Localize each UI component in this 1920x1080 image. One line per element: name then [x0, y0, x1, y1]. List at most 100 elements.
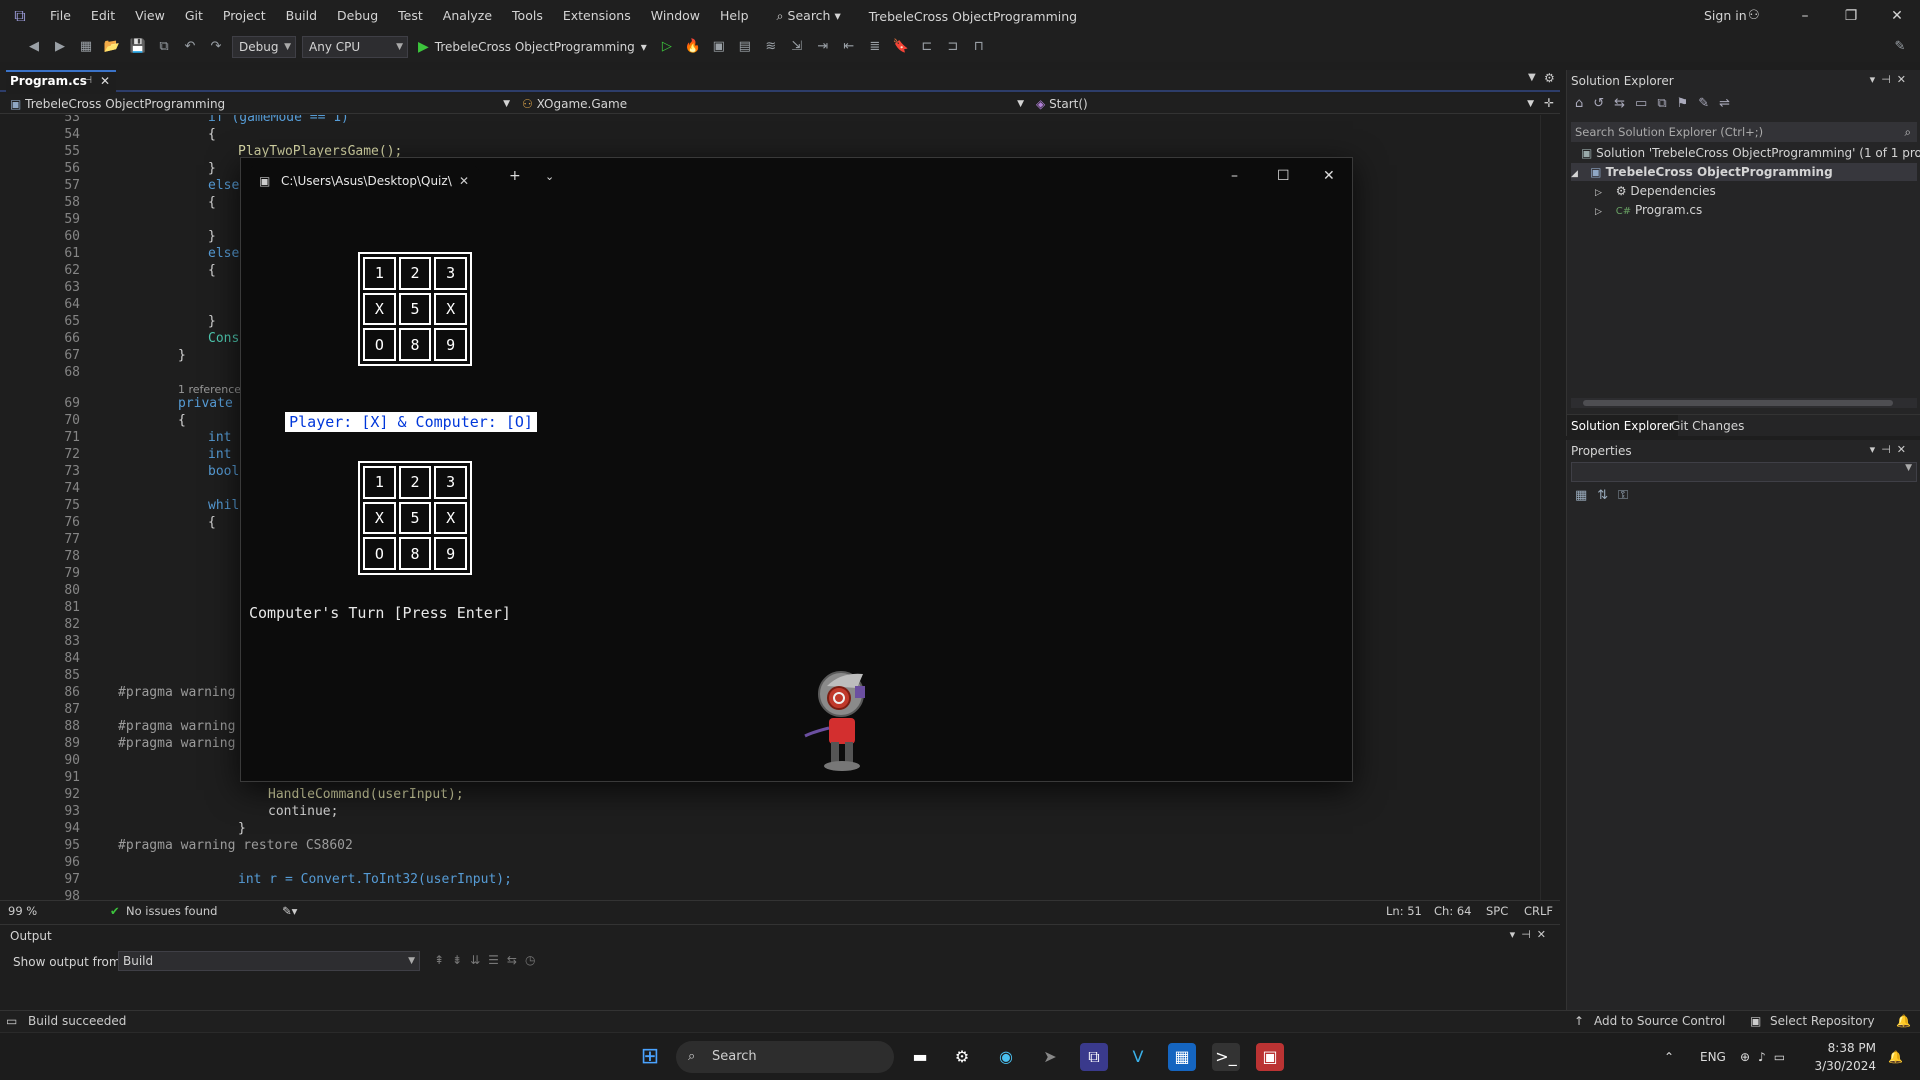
output-toolbar-icons[interactable]: ⇞⇟⇊☰⇆◷ [434, 953, 543, 967]
tree-solution[interactable]: ▣ Solution 'TrebeleCross ObjectProgrammi… [1581, 144, 1920, 162]
tree-program-cs[interactable]: ▷ C# Program.cs [1595, 201, 1702, 219]
telegram-icon[interactable]: ➤ [1036, 1043, 1064, 1071]
whitespace-indicator[interactable]: SPC [1486, 901, 1508, 921]
start-without-debugging-icon[interactable]: ▷ [657, 37, 677, 57]
layout-icon[interactable]: ▤ [735, 37, 755, 57]
search-menu[interactable]: ⌕ Search ▾ [767, 0, 851, 32]
hot-reload-icon[interactable]: 🔥 [683, 37, 703, 57]
tree-dependencies[interactable]: ▷ ⚙ Dependencies [1595, 182, 1716, 200]
file-explorer-icon[interactable]: ▬ [906, 1043, 934, 1071]
maximize-icon[interactable]: ☐ [1277, 168, 1290, 184]
menu-analyze[interactable]: Analyze [433, 0, 502, 32]
redo-icon[interactable]: ↷ [206, 37, 226, 57]
next-bookmark-icon[interactable]: ⊐ [943, 37, 963, 57]
tree-project[interactable]: ◢ ▣ TrebeleCross ObjectProgramming [1571, 163, 1917, 181]
split-icon[interactable]: ✛ [1544, 96, 1554, 110]
terminal-icon[interactable]: >_ [1212, 1043, 1240, 1071]
column-indicator[interactable]: Ch: 64 [1434, 901, 1471, 921]
open-folder-icon[interactable]: 📂 [102, 37, 122, 57]
brush-icon[interactable]: ✎▾ [282, 901, 297, 921]
select-repository-button[interactable]: Select Repository [1770, 1014, 1875, 1028]
tab-git-changes[interactable]: Git Changes [1667, 415, 1748, 437]
platform-select[interactable]: Any CPU ▼ [302, 36, 408, 58]
menu-tools[interactable]: Tools [502, 0, 553, 32]
project-dropdown[interactable]: ▣ TrebeleCross ObjectProgramming ▼ [10, 94, 514, 114]
menu-git[interactable]: Git [175, 0, 213, 32]
prev-bookmark-icon[interactable]: ⊏ [917, 37, 937, 57]
indent-icon[interactable]: ⇥ [813, 37, 833, 57]
notification-bell-icon[interactable]: 🔔 [1888, 1033, 1903, 1080]
console-app-icon[interactable]: ▣ [1256, 1043, 1284, 1071]
tab-program-cs[interactable]: Program.cs ⊣ ✕ [6, 70, 116, 92]
add-to-source-control-button[interactable]: Add to Source Control [1594, 1014, 1725, 1028]
format-icon[interactable]: ≋ [761, 37, 781, 57]
menu-debug[interactable]: Debug [327, 0, 388, 32]
tab-overflow-icon[interactable]: ▼ [1528, 72, 1536, 83]
issues-status[interactable]: No issues found [126, 901, 217, 921]
horizontal-scrollbar[interactable] [1571, 398, 1917, 408]
start-icon[interactable]: ⊞ [636, 1043, 664, 1071]
menu-view[interactable]: View [125, 0, 175, 32]
solution-search-input[interactable]: Search Solution Explorer (Ctrl+;) ⌕ [1571, 122, 1917, 142]
output-source-select[interactable]: Build ▼ [118, 951, 420, 971]
class-dropdown[interactable]: ⚇ XOgame.Game ▼ [522, 94, 1028, 114]
sign-in-link[interactable]: Sign in [1704, 0, 1747, 32]
close-icon[interactable]: ✕ [1323, 168, 1335, 184]
line-ending-indicator[interactable]: CRLF [1524, 901, 1553, 921]
pin-icon[interactable]: ⊣ [83, 75, 92, 86]
minimize-icon[interactable]: – [1231, 168, 1238, 184]
menu-project[interactable]: Project [213, 0, 276, 32]
language-indicator[interactable]: ENG [1700, 1033, 1726, 1080]
editor-scrollbar[interactable] [1540, 115, 1548, 900]
console-window[interactable]: ▣ C:\Users\Asus\Desktop\Quiz\ ✕ + ⌄ – ☐ … [240, 157, 1353, 782]
new-project-icon[interactable]: ▦ [76, 37, 96, 57]
start-debugging-button[interactable]: ▶ TrebeleCross ObjectProgramming ▾ [414, 39, 651, 55]
line-indicator[interactable]: Ln: 51 [1386, 901, 1422, 921]
settings-app-icon[interactable]: ⚙ [948, 1043, 976, 1071]
step-icon[interactable]: ⇲ [787, 37, 807, 57]
account-icon[interactable]: ⚇ [1748, 0, 1760, 32]
menu-edit[interactable]: Edit [81, 0, 125, 32]
menu-extensions[interactable]: Extensions [553, 0, 641, 32]
bookmark-icon[interactable]: 🔖 [891, 37, 911, 57]
browser-icon[interactable]: ◉ [992, 1043, 1020, 1071]
taskbar-search[interactable]: ⌕ Search [676, 1041, 894, 1073]
vivaldi-icon[interactable]: V [1124, 1043, 1152, 1071]
clear-bookmarks-icon[interactable]: ⊓ [969, 37, 989, 57]
menu-test[interactable]: Test [388, 0, 433, 32]
visual-studio-icon[interactable]: ⧉ [1080, 1043, 1108, 1071]
tab-solution-explorer[interactable]: Solution Explorer [1567, 415, 1678, 437]
minimize-icon[interactable]: – [1782, 0, 1828, 32]
menu-file[interactable]: File [40, 0, 81, 32]
close-icon[interactable]: ✕ [1874, 0, 1920, 32]
clock-date[interactable]: 3/30/2024 [1810, 1059, 1876, 1073]
properties-toolbar-icons[interactable]: ▦⇅⚿ [1575, 488, 1638, 503]
save-all-icon[interactable]: ⧉ [154, 37, 174, 57]
back-icon[interactable]: ◀ [24, 37, 44, 57]
notifications-icon[interactable]: 🔔 [1896, 1014, 1911, 1028]
properties-object-select[interactable]: ▼ [1571, 462, 1917, 482]
comment-icon[interactable]: ≣ [865, 37, 885, 57]
config-select[interactable]: Debug ▼ [232, 36, 296, 58]
close-tab-icon[interactable]: ✕ [100, 74, 110, 88]
browser-link-icon[interactable]: ▣ [709, 37, 729, 57]
menu-help[interactable]: Help [710, 0, 759, 32]
menu-window[interactable]: Window [641, 0, 710, 32]
close-tab-icon[interactable]: ✕ [459, 166, 469, 196]
forward-icon[interactable]: ▶ [50, 37, 70, 57]
scrollbar-thumb[interactable] [1583, 400, 1893, 406]
restore-icon[interactable]: ❐ [1828, 0, 1874, 32]
menu-build[interactable]: Build [276, 0, 327, 32]
save-icon[interactable]: 💾 [128, 37, 148, 57]
new-tab-icon[interactable]: + [509, 168, 521, 184]
tray-overflow-icon[interactable]: ⌃ [1664, 1033, 1674, 1080]
console-tab[interactable]: ▣ C:\Users\Asus\Desktop\Quiz\ ✕ [249, 166, 479, 196]
panel-controls[interactable]: ▾⊣✕ [1870, 73, 1912, 86]
panel-controls[interactable]: ▾⊣✕ [1510, 928, 1552, 941]
feedback-icon[interactable]: ✎ [1890, 37, 1910, 57]
settings-icon[interactable]: ⚙ [1544, 71, 1555, 85]
solution-toolbar-icons[interactable]: ⌂↺⇆▭⧉⚑✎⇌ [1575, 96, 1740, 111]
clock-time[interactable]: 8:38 PM [1816, 1041, 1876, 1055]
chevron-down-icon[interactable]: ⌄ [545, 170, 554, 183]
panel-controls[interactable]: ▾⊣✕ [1870, 443, 1912, 456]
